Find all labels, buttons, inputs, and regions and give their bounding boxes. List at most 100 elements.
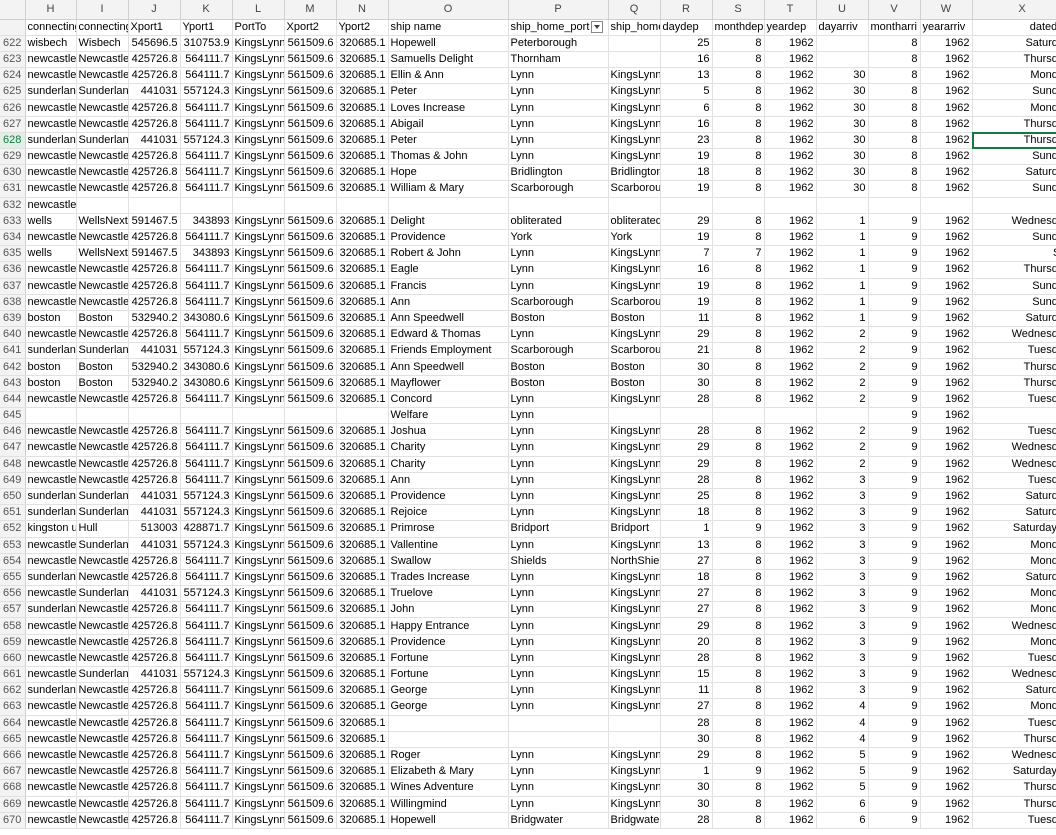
data-cell[interactable]: KingsLynn: [608, 796, 661, 813]
data-cell[interactable]: 9: [868, 229, 921, 247]
data-cell[interactable]: Peter: [388, 83, 509, 101]
data-cell[interactable]: 1: [816, 245, 869, 263]
data-cell[interactable]: 30: [660, 779, 713, 797]
data-cell[interactable]: 320685.1: [336, 391, 389, 409]
data-cell[interactable]: KingsLynn: [232, 375, 285, 392]
data-cell[interactable]: obliterated: [608, 213, 661, 230]
data-cell[interactable]: [816, 407, 869, 425]
data-cell[interactable]: Lynn: [508, 83, 609, 101]
data-cell[interactable]: 425726.8: [128, 601, 181, 619]
data-cell[interactable]: 9: [868, 375, 921, 392]
data-cell[interactable]: 320685.1: [336, 747, 389, 765]
data-cell[interactable]: Monday: [972, 585, 1056, 603]
data-cell[interactable]: KingsLynn: [232, 116, 285, 133]
row-number[interactable]: 652: [0, 520, 26, 538]
data-cell[interactable]: 320685.1: [336, 617, 389, 635]
data-cell[interactable]: 20: [660, 634, 713, 651]
data-cell[interactable]: 320685.1: [336, 99, 389, 117]
column-header-q[interactable]: Q: [608, 0, 661, 20]
data-cell[interactable]: 320685.1: [336, 67, 389, 85]
data-cell[interactable]: 1962: [764, 569, 817, 587]
data-cell[interactable]: [920, 197, 973, 214]
data-cell[interactable]: Sunderlan: [76, 585, 129, 603]
data-cell[interactable]: York: [608, 229, 661, 247]
data-cell[interactable]: 561509.6: [284, 164, 337, 182]
data-cell[interactable]: Friends Employment: [388, 342, 509, 360]
data-cell[interactable]: 1962: [920, 278, 973, 295]
data-cell[interactable]: Lynn: [508, 423, 609, 441]
data-cell[interactable]: 8: [712, 180, 765, 198]
data-cell[interactable]: 343080.6: [180, 310, 233, 328]
data-cell[interactable]: Loves Increase: [388, 99, 509, 117]
data-cell[interactable]: 564111.7: [180, 763, 233, 781]
data-cell[interactable]: 8: [868, 51, 921, 69]
data-cell[interactable]: 30: [660, 796, 713, 813]
data-cell[interactable]: 15: [660, 666, 713, 684]
row-number[interactable]: 663: [0, 698, 26, 716]
data-cell[interactable]: 561509.6: [284, 294, 337, 311]
data-cell[interactable]: 564111.7: [180, 601, 233, 619]
data-cell[interactable]: 1962: [764, 116, 817, 133]
data-cell[interactable]: KingsLynn: [608, 278, 661, 295]
data-cell[interactable]: KingsLynn: [608, 504, 661, 522]
row-number[interactable]: 645: [0, 407, 26, 425]
data-cell[interactable]: [25, 407, 77, 425]
data-cell[interactable]: 1: [816, 261, 869, 279]
field-name-cell[interactable]: dayarriv: [816, 19, 869, 36]
data-cell[interactable]: 18: [660, 164, 713, 182]
data-cell[interactable]: KingsLynn: [232, 569, 285, 587]
data-cell[interactable]: Lynn: [508, 261, 609, 279]
data-cell[interactable]: Lynn: [508, 245, 609, 263]
data-cell[interactable]: 1962: [764, 715, 817, 732]
data-cell[interactable]: 320685.1: [336, 375, 389, 392]
data-cell[interactable]: 1962: [764, 261, 817, 279]
data-cell[interactable]: Boston: [608, 375, 661, 392]
data-cell[interactable]: 425726.8: [128, 278, 181, 295]
data-cell[interactable]: 561509.6: [284, 229, 337, 247]
data-cell[interactable]: NorthShie: [608, 553, 661, 570]
row-number[interactable]: 643: [0, 375, 26, 392]
data-cell[interactable]: 1962: [764, 342, 817, 360]
data-cell[interactable]: 28: [660, 650, 713, 668]
data-cell[interactable]: 1962: [920, 747, 973, 765]
data-cell[interactable]: wells: [25, 213, 77, 230]
data-cell[interactable]: KingsLynn: [232, 812, 285, 829]
data-cell[interactable]: 564111.7: [180, 682, 233, 700]
data-cell[interactable]: 9: [868, 666, 921, 684]
data-cell[interactable]: [508, 197, 609, 214]
data-cell[interactable]: 9: [712, 520, 765, 538]
data-cell[interactable]: Thursday: [972, 132, 1056, 150]
data-cell[interactable]: 1962: [920, 666, 973, 684]
data-cell[interactable]: 561509.6: [284, 650, 337, 668]
data-cell[interactable]: 320685.1: [336, 666, 389, 684]
data-cell[interactable]: 8: [712, 229, 765, 247]
data-cell[interactable]: Saturday: [972, 35, 1056, 52]
data-cell[interactable]: KingsLynn: [232, 666, 285, 684]
column-header-t[interactable]: T: [764, 0, 817, 20]
data-cell[interactable]: KingsLynn: [232, 245, 285, 263]
data-cell[interactable]: 1962: [920, 294, 973, 311]
data-cell[interactable]: [608, 715, 661, 732]
data-cell[interactable]: Happy Entrance: [388, 617, 509, 635]
data-cell[interactable]: 425726.8: [128, 569, 181, 587]
data-cell[interactable]: 8: [712, 731, 765, 748]
data-cell[interactable]: newcastle: [25, 180, 77, 198]
data-cell[interactable]: Lynn: [508, 116, 609, 133]
row-number[interactable]: 665: [0, 731, 26, 748]
data-cell[interactable]: [508, 731, 609, 748]
data-cell[interactable]: 532940.2: [128, 358, 181, 376]
data-cell[interactable]: 8: [712, 747, 765, 765]
data-cell[interactable]: 1: [816, 294, 869, 311]
data-cell[interactable]: 8: [712, 569, 765, 587]
data-cell[interactable]: 1962: [764, 83, 817, 101]
row-number[interactable]: 667: [0, 763, 26, 781]
data-cell[interactable]: George: [388, 698, 509, 716]
data-cell[interactable]: 11: [660, 310, 713, 328]
data-cell[interactable]: 9: [868, 763, 921, 781]
data-cell[interactable]: sunderland: [25, 504, 77, 522]
data-cell[interactable]: Boston: [508, 310, 609, 328]
data-cell[interactable]: 1962: [920, 650, 973, 668]
data-cell[interactable]: 561509.6: [284, 278, 337, 295]
data-cell[interactable]: 425726.8: [128, 164, 181, 182]
data-cell[interactable]: 8: [712, 537, 765, 554]
